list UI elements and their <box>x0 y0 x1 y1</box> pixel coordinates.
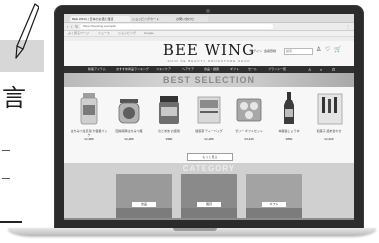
product-image <box>197 96 221 124</box>
nav-item[interactable]: 新着アイテム <box>88 66 106 73</box>
menu-icon[interactable]: ⋮ <box>346 24 350 29</box>
product-image <box>80 93 98 125</box>
category-title: CATEGORY <box>182 164 236 173</box>
product-card[interactable]: 健康茶 ティーバッグ ¥1,280 <box>190 89 228 149</box>
nav-item[interactable]: セール <box>248 66 257 73</box>
product-card[interactable]: はちみつ生姜湯 大容量パック ¥1,980 <box>70 89 108 149</box>
main-nav: 新着アイテム おすすめ商品ランキング スキンケア ヘアケア 食品・健康 ギフト … <box>64 66 354 73</box>
product-name: 国産純粋はちみつ瓶 <box>115 129 143 133</box>
nav-item[interactable]: スキンケア <box>156 66 171 73</box>
product-price: ¥2,480 <box>124 137 134 141</box>
product-name: 本醸造しょうゆ <box>278 129 300 133</box>
product-price: ¥1,980 <box>84 137 94 141</box>
category-label: ギフト <box>262 202 286 207</box>
browser-tab[interactable]: お問い合わせ <box>174 16 208 22</box>
laptop-base <box>8 228 376 236</box>
product-card[interactable]: ゼリー ギフトセット ¥3,240 <box>230 89 268 149</box>
product-name: のどあめ お徳用 <box>158 129 180 133</box>
product-card[interactable]: 国産純粋はちみつ瓶 ¥2,480 <box>110 89 148 149</box>
browser-tab[interactable]: BEE WING | 日本のお酒と雑貨 <box>70 16 130 22</box>
user-icon[interactable]: ♙ <box>316 47 321 54</box>
product-card[interactable]: のどあめ お徳用 ¥980 <box>150 89 188 149</box>
product-image <box>284 92 294 124</box>
website: BEE WING SHIN SE BEAUTY DRUGSTORE SHOP ロ… <box>64 37 354 220</box>
browser-tab-bar: BEE WING | 日本のお酒と雑貨 ショッピングカート お問い合わせ <box>64 14 354 23</box>
product-price: ¥1,280 <box>204 137 214 141</box>
bookmark-item[interactable]: よく見るページ <box>68 31 89 36</box>
nav-item[interactable]: ギフト <box>230 66 239 73</box>
back-icon[interactable]: ‹ <box>67 24 68 29</box>
reload-icon[interactable]: ↻ <box>75 24 78 29</box>
category-image-stripe <box>246 208 302 218</box>
best-selection-title: BEST SELECTION <box>162 75 255 85</box>
account-icon[interactable]: ♙ <box>308 66 312 73</box>
nav-item[interactable]: おすすめ商品ランキング <box>116 66 149 73</box>
url-input[interactable]: https://beewing.example/ <box>80 24 273 29</box>
category-label: 雑貨 <box>197 202 221 207</box>
product-image <box>118 99 140 124</box>
product-price: ¥1,620 <box>324 137 334 141</box>
bookmark-item[interactable]: Google <box>144 31 154 36</box>
site-tagline: SHIN SE BEAUTY DRUGSTORE SHOP <box>167 59 251 63</box>
product-card[interactable]: 和菓子 詰め合わせ ¥1,620 <box>310 89 348 149</box>
bookmark-item[interactable]: ニュース <box>98 31 110 36</box>
product-image <box>236 98 262 122</box>
product-card[interactable]: 本醸造しょうゆ ¥860 <box>270 89 308 149</box>
search-input[interactable]: 検索 <box>284 48 313 55</box>
product-name: ゼリー ギフトセット <box>235 129 263 133</box>
nav-item[interactable]: 食品・健康 <box>204 66 219 73</box>
login-link[interactable]: ログイン <box>250 49 262 53</box>
address-bar: ‹ › ↻ https://beewing.example/ ⋮ <box>64 23 354 31</box>
category-label: 食品 <box>132 202 156 207</box>
heart-icon[interactable]: ♡ <box>325 47 330 54</box>
next-row-preview <box>64 218 354 220</box>
browser-tab[interactable]: ショッピングカート <box>130 16 174 22</box>
search-icon[interactable]: ⌕ <box>320 66 322 73</box>
see-more-button[interactable]: もっと見る <box>187 153 233 161</box>
category-image-stripe <box>116 208 172 218</box>
product-price: ¥3,240 <box>244 137 254 141</box>
product-price: ¥980 <box>165 137 173 141</box>
category-card[interactable]: 食品 <box>116 174 172 218</box>
laptop-opening-notch <box>173 228 217 231</box>
signup-link[interactable]: 会員登録 <box>264 49 276 53</box>
category-card[interactable]: ギフト <box>246 174 302 218</box>
camera-icon <box>206 9 210 13</box>
laptop: BEE WING | 日本のお酒と雑貨 ショッピングカート お問い合わせ ‹ ›… <box>0 0 379 243</box>
laptop-screen: BEE WING | 日本のお酒と雑貨 ショッピングカート お問い合わせ ‹ ›… <box>64 14 354 220</box>
cart-icon[interactable]: 🛒 <box>334 47 341 54</box>
nav-item[interactable]: ブランド一覧 <box>268 66 286 73</box>
category-image-stripe <box>181 208 237 218</box>
product-name: 和菓子 詰め合わせ <box>316 129 342 133</box>
bookmark-item[interactable]: ショッピング <box>118 31 136 36</box>
nav-item[interactable]: ヘアケア <box>182 66 194 73</box>
cart-icon[interactable]: ⊡ <box>332 66 335 73</box>
category-card[interactable]: 雑貨 <box>181 174 237 218</box>
product-image <box>317 93 343 125</box>
forward-icon[interactable]: › <box>71 24 72 29</box>
product-image <box>159 96 179 124</box>
product-name: 健康茶 ティーバッグ <box>195 129 223 133</box>
product-price: ¥860 <box>285 137 293 141</box>
product-name: はちみつ生姜湯 大容量パック <box>70 129 108 137</box>
